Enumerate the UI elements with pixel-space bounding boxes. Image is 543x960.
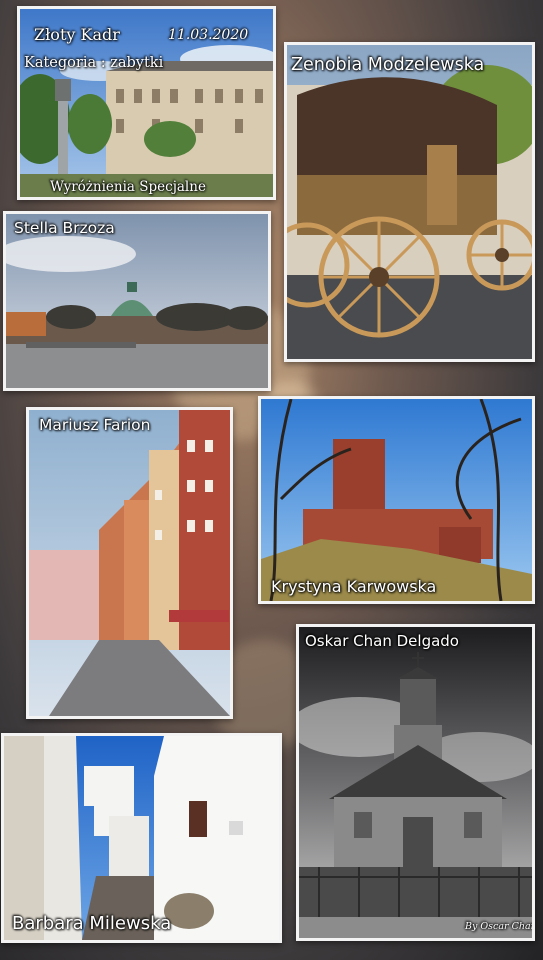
photo-card: Barbara Milewska <box>1 733 282 943</box>
photographer-signature: By Oscar Chang <box>465 921 532 932</box>
photo-card: Zenobia Modzelewska <box>284 42 535 362</box>
header-category: Kategoria : zabytki <box>24 55 164 71</box>
photo-card: Mariusz Farion <box>26 407 233 719</box>
photo-author: Barbara Milewska <box>12 913 172 934</box>
header-title: Złoty Kadr <box>34 25 120 44</box>
street-photo <box>29 410 230 716</box>
photo-author: Stella Brzoza <box>14 219 115 237</box>
photo-author: Krystyna Karwowska <box>271 577 437 596</box>
photo-author: Mariusz Farion <box>39 416 151 434</box>
river-photo <box>6 214 268 388</box>
photo-author: Zenobia Modzelewska <box>291 55 485 75</box>
header-subtitle: Wyróżnienia Specjalne <box>50 179 206 195</box>
alley-photo <box>4 736 279 940</box>
header-date: 11.03.2020 <box>168 27 249 43</box>
church-photo <box>299 627 532 938</box>
photo-card: Krystyna Karwowska <box>258 396 535 604</box>
wagon-photo <box>287 45 532 359</box>
header-photo-card: Złoty Kadr 11.03.2020 Kategoria : zabytk… <box>17 6 276 200</box>
castle-photo <box>261 399 532 601</box>
photo-card: Stella Brzoza <box>3 211 271 391</box>
photo-card: Oskar Chan Delgado By Oscar Chang <box>296 624 535 941</box>
photo-author: Oskar Chan Delgado <box>305 632 459 650</box>
